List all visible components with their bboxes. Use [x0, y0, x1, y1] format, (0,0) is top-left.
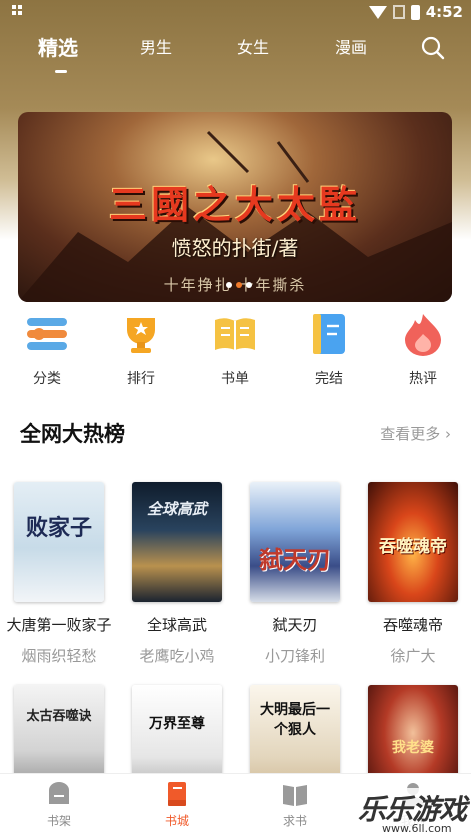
quick-link-booklist[interactable]: 书单 [195, 312, 275, 388]
request-book-icon [281, 780, 309, 808]
view-more-link[interactable]: 查看更多 › [380, 423, 451, 444]
tab-male[interactable]: 男生 [140, 30, 172, 74]
top-nav: 精选 男生 女生 漫画 [0, 30, 471, 74]
book-list-icon [213, 312, 257, 356]
trophy-icon [119, 312, 163, 356]
banner-pagination [226, 282, 252, 288]
cover-title: 万界至尊 [149, 716, 205, 732]
pagination-dot [226, 282, 232, 288]
featured-banner[interactable]: 三國之大太監 愤怒的扑街/著 十年挣扎 十年撕杀 [18, 112, 452, 302]
book-title: 吞噬魂帝 [382, 616, 443, 634]
banner-author: 愤怒的扑街/著 [171, 236, 299, 260]
tab-request-book[interactable]: 求书 [236, 774, 354, 837]
tab-label: 求书 [282, 814, 307, 828]
book-author: 徐广大 [390, 647, 436, 665]
quick-link-hot-reviews[interactable]: 热评 [383, 312, 463, 388]
cover-title: 太古吞噬诀 [26, 709, 92, 724]
notification-icon [12, 5, 22, 18]
cover-title: 弑天刃 [259, 545, 331, 574]
quick-link-label: 分类 [33, 371, 61, 387]
bookstore-icon [163, 780, 191, 808]
tab-bookshelf[interactable]: 书架 [0, 774, 118, 837]
tab-indicator [55, 70, 67, 73]
pagination-dot-active [236, 282, 242, 288]
quick-link-label: 完结 [315, 371, 343, 387]
cover-title: 我老婆 [392, 740, 434, 756]
quick-link-ranking[interactable]: 排行 [101, 312, 181, 388]
tab-label: 书架 [46, 814, 71, 828]
section-title: 全网大热榜 [20, 422, 125, 446]
finished-book-icon [307, 312, 351, 356]
tab-featured[interactable]: 精选 [38, 30, 78, 74]
wifi-icon [368, 5, 387, 19]
category-icon [25, 312, 69, 356]
banner-title: 三國之大太監 [108, 182, 361, 227]
site-watermark: 乐乐游戏 www.6ll.com [356, 788, 471, 837]
pagination-dot [246, 282, 252, 288]
book-title: 弑天刃 [272, 616, 318, 634]
book-author: 老鹰吃小鸡 [139, 647, 215, 665]
book-author: 烟雨织轻愁 [21, 647, 97, 665]
book-title: 全球高武 [146, 616, 207, 634]
tab-comics[interactable]: 漫画 [335, 30, 367, 74]
cover-title: 全球高武 [146, 500, 207, 518]
bookshelf-icon [45, 780, 73, 808]
tab-bookstore[interactable]: 书城 [118, 774, 236, 837]
book-cover: 败家子 [14, 482, 104, 602]
book-author: 小刀锋利 [264, 647, 325, 665]
cover-title: 败家子 [25, 515, 92, 541]
no-sim-icon [392, 5, 405, 19]
cover-title: 大明最后一个狠人 [260, 702, 330, 738]
watermark-url: www.6ll.com [382, 822, 452, 835]
book-cover: 弑天刃 [250, 482, 340, 602]
book-title: 大唐第一败家子 [6, 616, 112, 634]
quick-link-category[interactable]: 分类 [7, 312, 87, 388]
quick-link-label: 排行 [127, 371, 155, 387]
search-icon[interactable] [421, 36, 445, 60]
tab-female[interactable]: 女生 [237, 30, 269, 74]
cover-title: 吞噬魂帝 [379, 537, 447, 557]
status-time: 4:52 [425, 3, 463, 21]
quick-link-label: 热评 [409, 371, 437, 387]
book-card[interactable]: 全球高武 全球高武 老鹰吃小鸡 [118, 482, 236, 666]
flame-icon [401, 312, 445, 356]
book-card[interactable]: 吞噬魂帝 吞噬魂帝 徐广大 [354, 482, 471, 666]
quick-link-finished[interactable]: 完结 [289, 312, 369, 388]
tab-label: 书城 [164, 814, 189, 828]
book-cover: 吞噬魂帝 [368, 482, 458, 602]
status-indicators: 4:52 [368, 3, 463, 21]
status-bar: 4:52 [0, 0, 471, 26]
book-cover: 全球高武 [132, 482, 222, 602]
quick-links: 分类 排行 书单 完结 热评 [0, 312, 471, 392]
battery-icon [410, 4, 420, 20]
quick-link-label: 书单 [221, 371, 249, 387]
book-card[interactable]: 弑天刃 弑天刃 小刀锋利 [236, 482, 354, 666]
book-card[interactable]: 败家子 大唐第一败家子 烟雨织轻愁 [0, 482, 118, 666]
